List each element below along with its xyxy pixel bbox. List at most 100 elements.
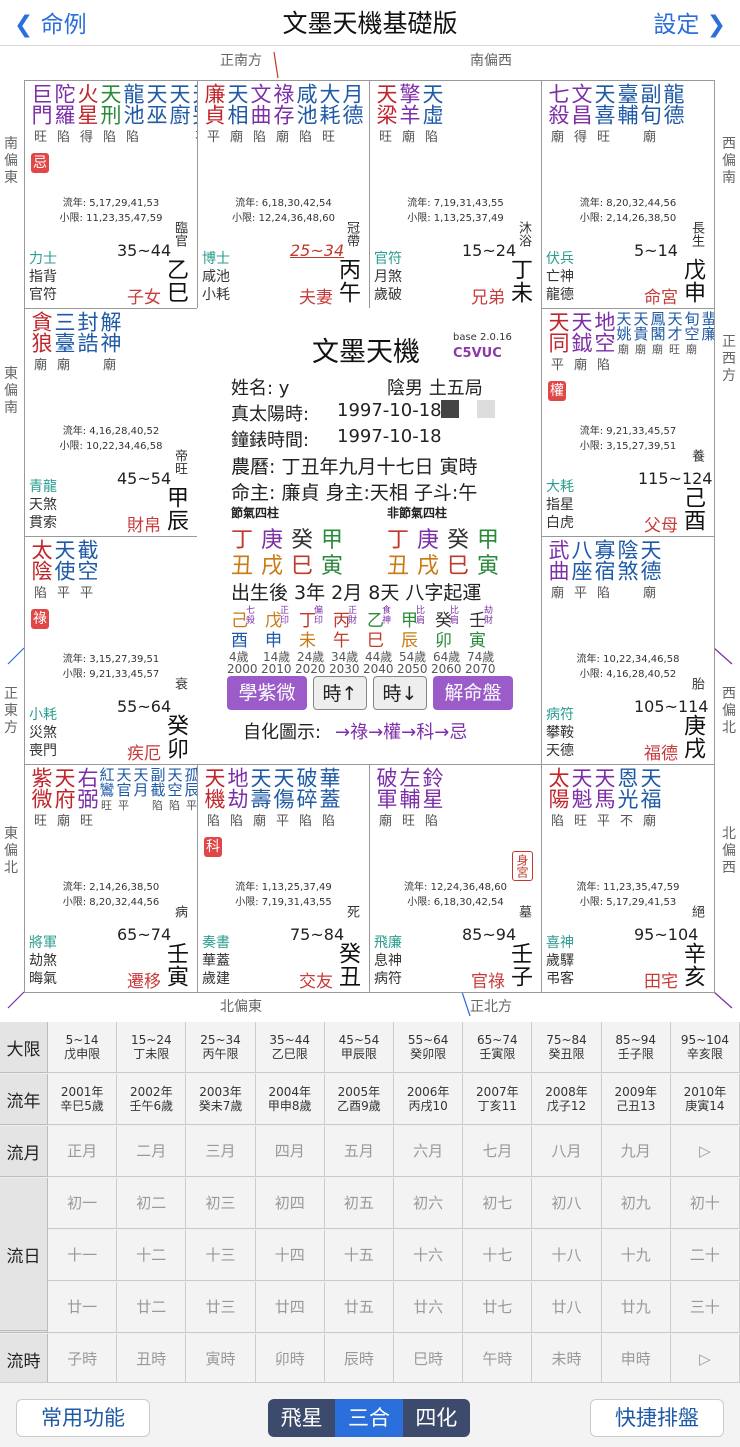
- table-cell[interactable]: 2008年 戊子12: [532, 1074, 602, 1125]
- palace-si[interactable]: 巨門旺陀羅陷火星得天刑陷龍池陷天巫天廚天哭不忌流年: 5,17,29,41,53…: [24, 80, 198, 309]
- dayun-year: 2020: [295, 662, 326, 676]
- table-cell[interactable]: 五月: [324, 1126, 395, 1177]
- table-cell[interactable]: 十八: [532, 1230, 602, 1281]
- table-cell[interactable]: 辰時: [324, 1334, 395, 1385]
- star: 天喜旺: [592, 83, 616, 145]
- table-cell[interactable]: 二十: [670, 1230, 740, 1281]
- interpret-button[interactable]: 解命盤: [433, 676, 513, 710]
- table-cell[interactable]: 十四: [255, 1230, 325, 1281]
- palace-mao[interactable]: 太陰陷天使平截空平祿流年: 3,15,27,39,51 小限: 9,21,33,4…: [24, 536, 198, 765]
- table-cell[interactable]: 廿五: [324, 1282, 395, 1333]
- table-cell[interactable]: 95~104 辛亥限: [670, 1022, 740, 1073]
- table-cell[interactable]: 卯時: [255, 1334, 325, 1385]
- palace-shen[interactable]: 七殺廟文昌得天喜旺臺輔 副旬廟龍德 流年: 8,20,32,44,56 小限: 2,1…: [541, 80, 715, 309]
- table-cell[interactable]: 初二: [117, 1178, 187, 1229]
- learn-ziwei-button[interactable]: 學紫微: [227, 676, 307, 710]
- palace-chou[interactable]: 天機陷地劫陷天壽廟天傷平破碎陷華蓋陷科流年: 1,13,25,37,49 小限: …: [197, 764, 370, 993]
- table-cell[interactable]: 25~34 丙午限: [186, 1022, 256, 1073]
- quick-chart-button[interactable]: 快捷排盤: [590, 1399, 724, 1437]
- settings-button[interactable]: 設定 ❯: [653, 5, 726, 39]
- table-cell[interactable]: 2005年 乙酉9歲: [324, 1074, 395, 1125]
- hour-up-button[interactable]: 時↑: [313, 676, 367, 710]
- table-cell[interactable]: 廿七: [463, 1282, 533, 1333]
- palace-yin[interactable]: 紫微旺天府廟右弼旺紅鸞旺天官平天月副截陷天空陷孤辰平劫煞流年: 2,14,26,…: [24, 764, 198, 993]
- table-cell[interactable]: 寅時: [186, 1334, 256, 1385]
- star-name: 大耗: [317, 83, 341, 125]
- table-cell[interactable]: 廿二: [117, 1282, 187, 1333]
- table-cell[interactable]: 九月: [601, 1126, 671, 1177]
- liunian-ages: 流年: 8,20,32,44,56: [579, 198, 677, 209]
- palace-hai[interactable]: 太陽陷天魁旺天馬平恩光不天福廟流年: 11,23,35,47,59 小限: 5,1…: [541, 764, 715, 993]
- table-cell[interactable]: 2009年 己丑13: [601, 1074, 671, 1125]
- table-cell[interactable]: 廿一: [48, 1282, 118, 1333]
- table-cell[interactable]: 2006年 丙戌10: [394, 1074, 464, 1125]
- table-cell[interactable]: 初八: [532, 1178, 602, 1229]
- table-cell[interactable]: 初四: [255, 1178, 325, 1229]
- table-cell[interactable]: 35~44 乙巳限: [255, 1022, 325, 1073]
- table-cell[interactable]: 十六: [394, 1230, 464, 1281]
- table-cell[interactable]: 65~74 壬寅限: [463, 1022, 533, 1073]
- table-cell[interactable]: 六月: [394, 1126, 464, 1177]
- table-cell[interactable]: ▷: [670, 1334, 740, 1385]
- table-cell[interactable]: ▷: [670, 1126, 740, 1177]
- table-cell[interactable]: 5~14 戊申限: [48, 1022, 118, 1073]
- hour-down-button[interactable]: 時↓: [373, 676, 427, 710]
- seg-feixing[interactable]: 飛星: [268, 1399, 335, 1437]
- table-cell[interactable]: 2010年 庚寅14: [670, 1074, 740, 1125]
- star-brightness: 旺: [401, 814, 415, 829]
- table-cell[interactable]: 十一: [48, 1230, 118, 1281]
- palace-chen[interactable]: 貪狼廟三臺廟封誥 解神廟流年: 4,16,28,40,52 小限: 10,22,34…: [24, 308, 198, 537]
- table-cell[interactable]: 2002年 壬午6歲: [117, 1074, 187, 1125]
- table-cell[interactable]: 二月: [117, 1126, 187, 1177]
- table-cell[interactable]: 75~84 癸丑限: [532, 1022, 602, 1073]
- table-cell[interactable]: 十七: [463, 1230, 533, 1281]
- table-cell[interactable]: 初一: [48, 1178, 118, 1229]
- table-cell[interactable]: 初五: [324, 1178, 395, 1229]
- table-cell[interactable]: 15~24 丁未限: [117, 1022, 187, 1073]
- table-cell[interactable]: 七月: [463, 1126, 533, 1177]
- seg-sanhe[interactable]: 三合: [335, 1399, 403, 1437]
- table-cell[interactable]: 初三: [186, 1178, 256, 1229]
- palace-you[interactable]: 天同平天鉞廟地空陷天姚廟天貴廟鳳閣廟天才旺旬空廟蜚廉年解旺權流年: 9,21,3…: [541, 308, 715, 537]
- table-cell[interactable]: 2007年 丁亥11: [463, 1074, 533, 1125]
- table-cell[interactable]: 初九: [601, 1178, 671, 1229]
- table-cell[interactable]: 申時: [601, 1334, 671, 1385]
- table-cell[interactable]: 八月: [532, 1126, 602, 1177]
- table-cell[interactable]: 三十: [670, 1282, 740, 1333]
- table-cell[interactable]: 廿三: [186, 1282, 256, 1333]
- common-functions-button[interactable]: 常用功能: [16, 1399, 150, 1437]
- table-cell[interactable]: 三月: [186, 1126, 256, 1177]
- table-cell[interactable]: 2004年 甲申8歲: [255, 1074, 325, 1125]
- table-cell[interactable]: 初七: [463, 1178, 533, 1229]
- table-cell[interactable]: 十三: [186, 1230, 256, 1281]
- seg-sihua[interactable]: 四化: [403, 1399, 470, 1437]
- table-cell[interactable]: 未時: [532, 1334, 602, 1385]
- table-cell[interactable]: 2001年 辛巳5歲: [48, 1074, 118, 1125]
- table-cell[interactable]: 45~54 甲辰限: [324, 1022, 395, 1073]
- changsheng-phase: 墓: [516, 905, 531, 918]
- table-cell[interactable]: 2003年 癸未7歲: [186, 1074, 256, 1125]
- table-cell[interactable]: 初六: [394, 1178, 464, 1229]
- table-cell[interactable]: 丑時: [117, 1334, 187, 1385]
- table-cell[interactable]: 午時: [463, 1334, 533, 1385]
- cell-line: 戊申限: [64, 1047, 101, 1061]
- table-cell[interactable]: 廿八: [532, 1282, 602, 1333]
- table-cell[interactable]: 廿九: [601, 1282, 671, 1333]
- table-cell[interactable]: 廿四: [255, 1282, 325, 1333]
- table-cell[interactable]: 子時: [48, 1334, 118, 1385]
- palace-xu[interactable]: 武曲廟八座平寡宿陷陰煞 天德廟流年: 10,22,34,46,58 小限: 4,16…: [541, 536, 715, 765]
- table-cell[interactable]: 廿六: [394, 1282, 464, 1333]
- table-cell[interactable]: 十五: [324, 1230, 395, 1281]
- table-cell[interactable]: 四月: [255, 1126, 325, 1177]
- table-cell[interactable]: 十九: [601, 1230, 671, 1281]
- table-cell[interactable]: 初十: [670, 1178, 740, 1229]
- palace-zi[interactable]: 破軍廟左輔旺鈴星陷身宮 流年: 12,24,36,48,60 小限: 6,18,30…: [369, 764, 542, 993]
- table-cell[interactable]: 正月: [48, 1126, 118, 1177]
- palace-wei[interactable]: 天梁旺擎羊廟天虛陷流年: 7,19,31,43,55 小限: 1,13,25,37…: [369, 80, 542, 309]
- palace-wu[interactable]: 廉貞平天相廟文曲陷祿存廟咸池陷大耗旺月德 流年: 6,18,30,42,54 小限:…: [197, 80, 370, 309]
- table-cell[interactable]: 十二: [117, 1230, 187, 1281]
- table-cell[interactable]: 巳時: [394, 1334, 464, 1385]
- table-cell[interactable]: 85~94 壬子限: [601, 1022, 671, 1073]
- palace-name: 子女: [127, 288, 161, 308]
- table-cell[interactable]: 55~64 癸卯限: [394, 1022, 464, 1073]
